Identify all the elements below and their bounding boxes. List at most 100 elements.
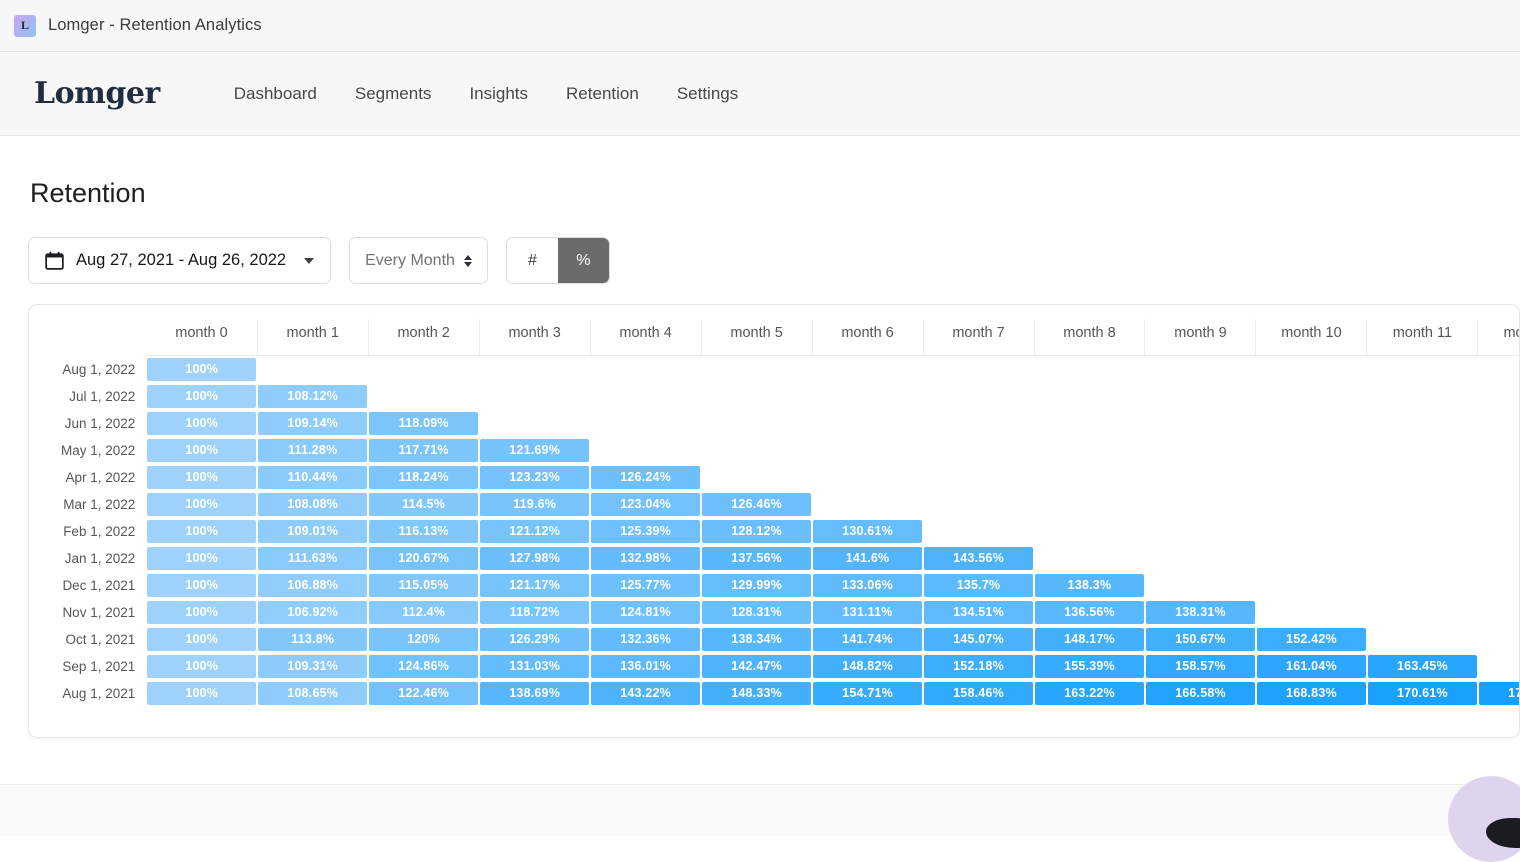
retention-cell[interactable]: 131.03% <box>480 655 589 678</box>
retention-cell[interactable]: 166.58% <box>1146 682 1255 705</box>
retention-cell[interactable]: 148.17% <box>1035 628 1144 651</box>
retention-cell[interactable]: 138.31% <box>1146 601 1255 624</box>
retention-cell[interactable]: 100% <box>147 655 256 678</box>
retention-cell[interactable]: 106.92% <box>258 601 367 624</box>
retention-cell[interactable]: 130.61% <box>813 520 922 543</box>
retention-cell[interactable]: 117.71% <box>369 439 478 462</box>
retention-cell[interactable]: 163.45% <box>1368 655 1477 678</box>
retention-cell[interactable]: 118.72% <box>480 601 589 624</box>
retention-cell[interactable]: 138.34% <box>702 628 811 651</box>
retention-cell[interactable]: 118.24% <box>369 466 478 489</box>
retention-cell[interactable]: 121.17% <box>480 574 589 597</box>
retention-cell[interactable]: 136.56% <box>1035 601 1144 624</box>
nav-item-retention[interactable]: Retention <box>566 84 639 104</box>
retention-cell[interactable]: 172.97% <box>1479 682 1520 705</box>
retention-cell[interactable]: 152.42% <box>1257 628 1366 651</box>
retention-cell[interactable]: 158.46% <box>924 682 1033 705</box>
retention-cell[interactable]: 154.71% <box>813 682 922 705</box>
date-range-picker[interactable]: Aug 27, 2021 - Aug 26, 2022 <box>28 237 331 284</box>
retention-cell[interactable]: 100% <box>147 385 256 408</box>
retention-cell[interactable]: 123.04% <box>591 493 700 516</box>
retention-cell[interactable]: 115.05% <box>369 574 478 597</box>
retention-cell[interactable]: 142.47% <box>702 655 811 678</box>
retention-cell[interactable]: 131.11% <box>813 601 922 624</box>
retention-cell[interactable]: 100% <box>147 520 256 543</box>
retention-cell[interactable]: 128.12% <box>702 520 811 543</box>
retention-cell[interactable]: 138.69% <box>480 682 589 705</box>
retention-cell[interactable]: 111.63% <box>258 547 367 570</box>
retention-cell[interactable]: 125.39% <box>591 520 700 543</box>
retention-cell[interactable]: 100% <box>147 628 256 651</box>
retention-cell[interactable]: 135.7% <box>924 574 1033 597</box>
brand-logo[interactable]: Lomger <box>34 76 160 111</box>
retention-cell[interactable]: 127.98% <box>480 547 589 570</box>
retention-cell[interactable]: 126.24% <box>591 466 700 489</box>
retention-cell[interactable]: 125.77% <box>591 574 700 597</box>
retention-cell[interactable]: 143.22% <box>591 682 700 705</box>
interval-select[interactable]: Every Month <box>349 237 488 284</box>
retention-cell[interactable]: 108.65% <box>258 682 367 705</box>
retention-cell[interactable]: 128.31% <box>702 601 811 624</box>
retention-cell[interactable]: 100% <box>147 493 256 516</box>
retention-cell[interactable]: 132.98% <box>591 547 700 570</box>
retention-cell[interactable]: 100% <box>147 682 256 705</box>
retention-cell[interactable]: 161.04% <box>1257 655 1366 678</box>
retention-cell[interactable]: 170.61% <box>1368 682 1477 705</box>
retention-cell[interactable]: 141.74% <box>813 628 922 651</box>
retention-cell[interactable]: 100% <box>147 574 256 597</box>
retention-cell[interactable]: 122.46% <box>369 682 478 705</box>
retention-cell[interactable]: 136.01% <box>591 655 700 678</box>
retention-cell[interactable]: 111.28% <box>258 439 367 462</box>
retention-cell[interactable]: 116.13% <box>369 520 478 543</box>
retention-cell[interactable]: 148.33% <box>702 682 811 705</box>
retention-cell[interactable]: 121.12% <box>480 520 589 543</box>
retention-cell[interactable]: 112.4% <box>369 601 478 624</box>
nav-item-segments[interactable]: Segments <box>355 84 432 104</box>
retention-cell[interactable]: 138.3% <box>1035 574 1144 597</box>
retention-cell[interactable]: 120.67% <box>369 547 478 570</box>
help-widget-bubble[interactable] <box>1448 776 1520 862</box>
retention-cell[interactable]: 100% <box>147 466 256 489</box>
retention-cell[interactable]: 124.81% <box>591 601 700 624</box>
retention-cell[interactable]: 148.82% <box>813 655 922 678</box>
retention-cell[interactable]: 143.56% <box>924 547 1033 570</box>
retention-cell[interactable]: 109.31% <box>258 655 367 678</box>
retention-cell[interactable]: 121.69% <box>480 439 589 462</box>
retention-cell[interactable]: 108.08% <box>258 493 367 516</box>
retention-cell[interactable]: 114.5% <box>369 493 478 516</box>
retention-cell[interactable]: 132.36% <box>591 628 700 651</box>
retention-cell[interactable]: 137.56% <box>702 547 811 570</box>
retention-cell[interactable]: 109.01% <box>258 520 367 543</box>
retention-cell[interactable]: 100% <box>147 439 256 462</box>
retention-cell[interactable]: 150.67% <box>1146 628 1255 651</box>
retention-cell[interactable]: 119.6% <box>480 493 589 516</box>
nav-item-insights[interactable]: Insights <box>469 84 528 104</box>
retention-cell[interactable]: 141.6% <box>813 547 922 570</box>
retention-cell[interactable]: 100% <box>147 412 256 435</box>
nav-item-dashboard[interactable]: Dashboard <box>234 84 317 104</box>
retention-cell[interactable]: 145.07% <box>924 628 1033 651</box>
retention-cell[interactable]: 123.23% <box>480 466 589 489</box>
retention-cell[interactable]: 108.12% <box>258 385 367 408</box>
retention-cell[interactable]: 118.09% <box>369 412 478 435</box>
retention-cell[interactable]: 120% <box>369 628 478 651</box>
retention-cell[interactable]: 126.46% <box>702 493 811 516</box>
retention-cell[interactable]: 113.8% <box>258 628 367 651</box>
retention-cell[interactable]: 133.06% <box>813 574 922 597</box>
retention-cell[interactable]: 126.29% <box>480 628 589 651</box>
retention-cell[interactable]: 100% <box>147 547 256 570</box>
retention-cell[interactable]: 100% <box>147 358 256 381</box>
retention-cell[interactable]: 134.51% <box>924 601 1033 624</box>
retention-cell[interactable]: 168.83% <box>1257 682 1366 705</box>
nav-item-settings[interactable]: Settings <box>677 84 738 104</box>
toggle-count-button[interactable]: # <box>507 238 558 283</box>
retention-cell[interactable]: 152.18% <box>924 655 1033 678</box>
retention-cell[interactable]: 124.86% <box>369 655 478 678</box>
retention-cell[interactable]: 129.99% <box>702 574 811 597</box>
retention-cell[interactable]: 163.22% <box>1035 682 1144 705</box>
toggle-percent-button[interactable]: % <box>558 238 609 283</box>
retention-cell[interactable]: 110.44% <box>258 466 367 489</box>
retention-cell[interactable]: 155.39% <box>1035 655 1144 678</box>
retention-cell[interactable]: 158.57% <box>1146 655 1255 678</box>
retention-cell[interactable]: 100% <box>147 601 256 624</box>
